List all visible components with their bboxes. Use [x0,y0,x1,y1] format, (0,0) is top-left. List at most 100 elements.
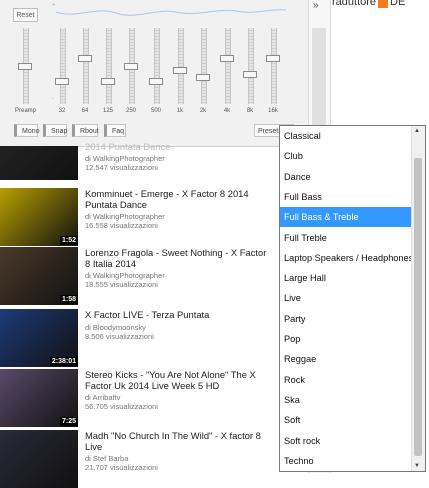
eq-knob-125[interactable] [101,78,115,86]
eq-knob-8k[interactable] [243,70,257,78]
video-views: 16.558 visualizzazioni [85,221,158,230]
video-item[interactable]: 2014 Puntata Dance di WalkingPhotographer… [0,141,280,186]
video-thumbnail[interactable] [0,430,78,488]
preset-option[interactable]: Rock [280,370,412,390]
video-views: 56.705 visualizzazioni [85,402,158,411]
preset-option[interactable]: Ska [280,390,412,410]
video-duration: 1:52 [59,236,78,245]
eq-band-label: 500 [150,108,161,114]
preset-option[interactable]: Pop [280,329,412,349]
video-duration: 2:38:01 [49,357,78,366]
eq-knob-32[interactable] [55,78,69,86]
preset-option[interactable]: Club [280,146,412,166]
video-item[interactable]: 2:38:01 X Factor LIVE - Terza Puntata di B… [0,309,280,367]
video-views: 12.547 visualizzazioni [85,163,158,172]
dropdown-scrollbar[interactable]: ▲ ▼ [411,126,425,471]
eq-track-64[interactable] [83,28,89,104]
eq-track-8k[interactable] [248,28,254,104]
video-item[interactable]: 1:58 Lorenzo Fragola - Sweet Nothing - X … [0,247,280,305]
eq-band-label: 2k [199,108,207,114]
video-author[interactable]: di WalkingPhotographer [85,154,165,163]
presets-dropdown: Classical Club Dance Full Bass Full Bass & T… [279,125,426,472]
preset-option[interactable]: Dance [280,167,412,187]
eq-track-32[interactable] [60,28,66,104]
eq-track-125[interactable] [106,28,112,104]
preset-option[interactable]: Party [280,309,412,329]
preset-option[interactable]: Large Hall [280,268,412,288]
video-title[interactable]: Komminuet - Emerge - X Factor 8 2014 Pun… [85,188,270,210]
eq-response-curve [56,9,286,16]
video-author[interactable]: di WalkingPhotographer [85,212,165,221]
eq-track-2k[interactable] [201,28,207,104]
side-scroll-area [312,28,326,128]
collapse-icon[interactable]: » [313,0,319,11]
translator-text: raduttore [332,0,377,8]
preset-option[interactable]: Full Bass & Treble [280,207,412,228]
rbout-button[interactable]: Rbout [72,124,99,137]
video-title[interactable]: X Factor LIVE - Terza Puntata [85,309,270,320]
video-title[interactable]: Lorenzo Fragola - Sweet Nothing - X Fact… [85,247,270,269]
snap-button[interactable]: Snap [43,124,67,137]
video-thumbnail[interactable] [0,146,78,180]
preset-option[interactable]: Full Treble [280,228,412,248]
video-views: 18.555 visualizzazioni [85,280,158,289]
eq-band-label: 8k [246,108,254,114]
eq-band-label: 1k [176,108,184,114]
eq-track-500[interactable] [154,28,160,104]
mono-button[interactable]: Mono [14,124,40,137]
eq-band-label: 250 [125,108,136,114]
equalizer-panel: Reset + - Preamp 32 64 125 250 500 1k 2k 4k 8k 16k… [0,0,308,147]
eq-track-4k[interactable] [225,28,231,104]
video-thumbnail[interactable]: 2:38:01 [0,309,78,367]
video-title[interactable]: Stereo Kicks - "You Are Not Alone" The X… [85,369,270,391]
video-thumbnail[interactable]: 7:25 [0,369,78,427]
eq-knob-4k[interactable] [220,55,234,63]
video-author[interactable]: di Bloodymoonsky [85,323,146,332]
eq-knob-1k[interactable] [173,66,187,74]
eq-track-16k[interactable] [271,28,277,104]
preset-option[interactable]: Classical [280,126,412,146]
video-thumbnail[interactable]: 1:58 [0,247,78,305]
video-author[interactable]: di Stef Barba [85,454,128,463]
eq-band-label: 32 [58,108,66,114]
video-title[interactable]: Madh "No Church In The Wild" - X factor … [85,430,270,452]
scroll-thumb[interactable] [414,158,422,456]
preset-option[interactable]: Reggae [280,349,412,369]
eq-knob-500[interactable] [149,78,163,86]
video-item[interactable]: 7:25 Stereo Kicks - "You Are Not Alone" T… [0,369,280,427]
video-item[interactable]: Madh "No Church In The Wild" - X factor … [0,430,280,488]
eq-knob-64[interactable] [78,55,92,63]
reset-button[interactable]: Reset [13,8,38,22]
preset-option[interactable]: Full Bass [280,187,412,207]
eq-band-label: Preamp [15,108,37,114]
video-title[interactable]: 2014 Puntata Dance [85,141,270,152]
eq-knob-16k[interactable] [266,55,280,63]
preset-option[interactable]: Techno [280,451,412,471]
top-right-text: raduttore DE [332,0,429,8]
video-duration: 7:25 [59,417,78,426]
scroll-down-icon[interactable]: ▼ [414,463,420,469]
eq-band-label: 125 [102,108,113,114]
preset-option[interactable]: Live [280,288,412,308]
eq-band-label: 4k [223,108,231,114]
video-item[interactable]: 1:52 Komminuet - Emerge - X Factor 8 2014… [0,188,280,246]
eq-knob-2k[interactable] [196,74,210,82]
eq-knob-250[interactable] [124,63,138,70]
video-views: 21.707 visualizzazioni [85,463,158,472]
preset-option[interactable]: Laptop Speakers / Headphones [280,248,412,268]
video-author[interactable]: di WalkingPhotographer [85,271,165,280]
db-top-label: + [52,2,55,8]
video-views: 8.506 visualizzazioni [85,332,154,341]
eq-knob-Preamp[interactable] [18,63,32,70]
scroll-up-icon[interactable]: ▲ [414,128,420,134]
faq-button[interactable]: Faq [104,124,126,137]
eq-band-label: 64 [81,108,89,114]
video-author[interactable]: di Arribaftv [85,393,120,402]
preset-option[interactable]: Soft [280,410,412,430]
video-thumbnail[interactable]: 1:52 [0,188,78,246]
preset-option[interactable]: Soft rock [280,431,412,451]
trail-text: DE [390,0,406,8]
video-duration: 1:58 [59,295,78,304]
blogger-icon [378,0,389,8]
eq-band-label: 16k [268,108,278,114]
